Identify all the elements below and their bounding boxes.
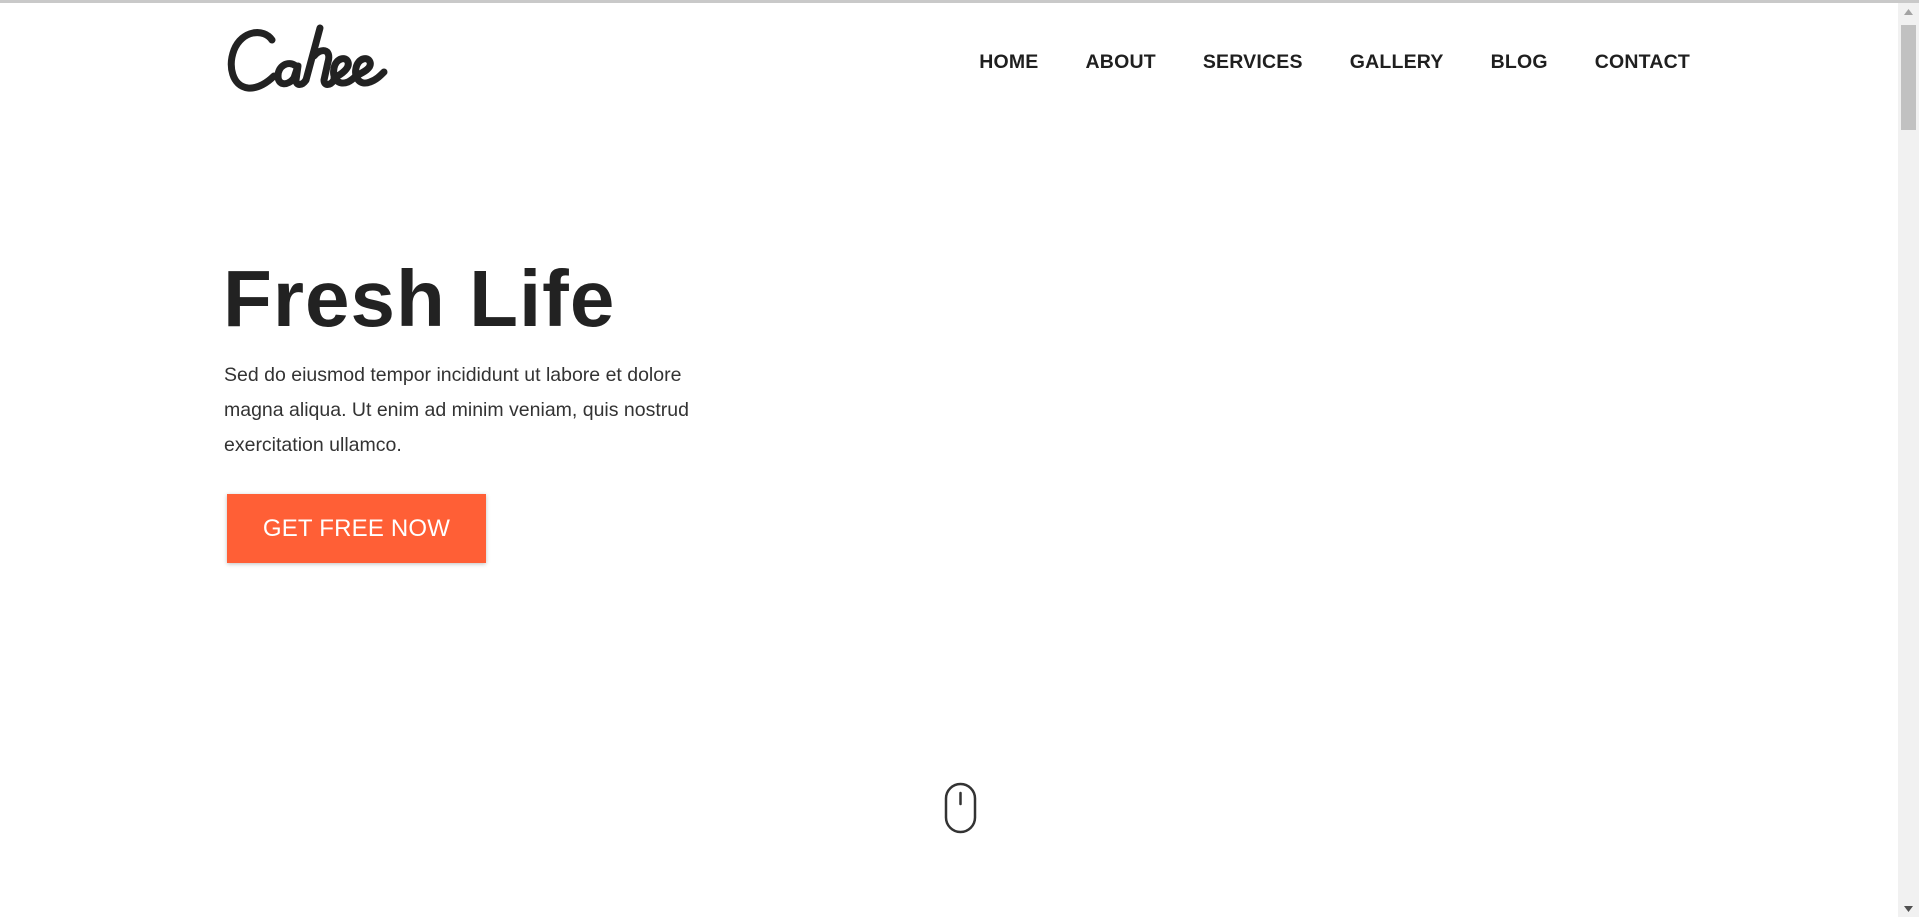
hero-title: Fresh Life xyxy=(223,254,616,343)
main-nav: HOME ABOUT SERVICES GALLERY BLOG CONTACT xyxy=(979,50,1690,74)
top-border xyxy=(0,0,1919,3)
hero-description: Sed do eiusmod tempor incididunt ut labo… xyxy=(224,364,689,456)
nav-item-gallery[interactable]: GALLERY xyxy=(1350,50,1444,74)
logo-wordmark xyxy=(227,24,388,92)
nav-item-contact[interactable]: CONTACT xyxy=(1595,50,1690,74)
nav-item-blog[interactable]: BLOG xyxy=(1491,50,1548,74)
nav-item-services[interactable]: SERVICES xyxy=(1203,50,1303,74)
page: HOME ABOUT SERVICES GALLERY BLOG CONTACT… xyxy=(0,0,1919,917)
site-logo[interactable] xyxy=(224,20,394,100)
scroll-up-arrow-icon[interactable] xyxy=(1898,3,1919,20)
vertical-scrollbar[interactable] xyxy=(1898,3,1919,917)
mouse-icon-graphic xyxy=(944,782,977,834)
mouse-icon[interactable] xyxy=(944,782,977,834)
nav-item-home[interactable]: HOME xyxy=(979,50,1038,74)
scrollbar-thumb[interactable] xyxy=(1901,25,1916,130)
nav-item-about[interactable]: ABOUT xyxy=(1086,50,1156,74)
get-free-now-button[interactable]: GET FREE NOW xyxy=(227,494,486,563)
scroll-down-arrow-icon[interactable] xyxy=(1898,900,1919,917)
